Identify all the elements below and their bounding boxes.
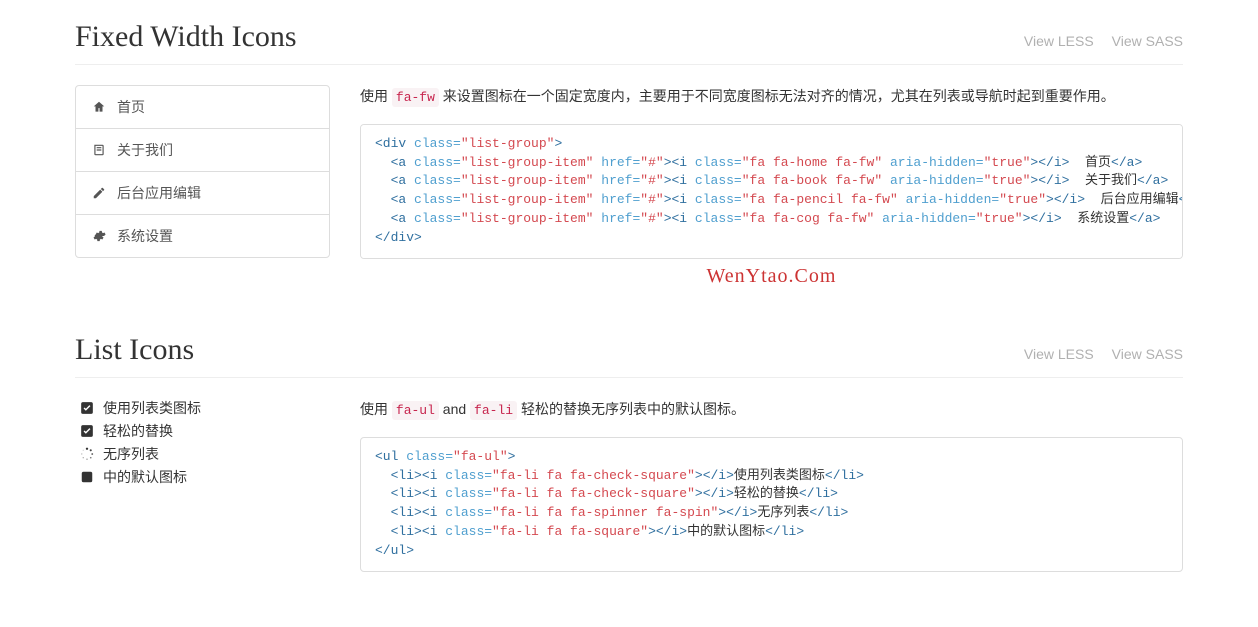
view-links: View LESS View SASS xyxy=(1024,33,1183,49)
section-list-icons: List Icons View LESS View SASS 使用列表类图标 xyxy=(75,333,1183,572)
watermark-text: WenYtao.Com xyxy=(360,265,1183,288)
fixed-width-demo-list: 首页 关于我们 后台应用编辑 xyxy=(75,85,330,258)
nav-item-home[interactable]: 首页 xyxy=(76,86,329,129)
view-less-link[interactable]: View LESS xyxy=(1024,33,1094,49)
fixed-width-code-sample: <div class="list-group"> <a class="list-… xyxy=(360,124,1183,259)
square-icon xyxy=(79,469,95,485)
view-sass-link[interactable]: View SASS xyxy=(1112,346,1183,362)
view-less-link[interactable]: View LESS xyxy=(1024,346,1094,362)
list-icons-description: 使用 fa-ul and fa-li 轻松的替换无序列表中的默认图标。 xyxy=(360,398,1183,422)
nav-item-label: 系统设置 xyxy=(117,226,173,246)
list-item: 无序列表 xyxy=(103,444,330,465)
nav-item-settings[interactable]: 系统设置 xyxy=(76,215,329,257)
nav-item-edit[interactable]: 后台应用编辑 xyxy=(76,172,329,215)
list-item: 中的默认图标 xyxy=(103,467,330,488)
nav-item-about[interactable]: 关于我们 xyxy=(76,129,329,172)
nav-item-label: 关于我们 xyxy=(117,140,173,160)
nav-item-label: 后台应用编辑 xyxy=(117,183,201,203)
pencil-icon xyxy=(91,185,107,201)
spinner-icon xyxy=(79,446,95,462)
section-title: List Icons xyxy=(75,333,194,367)
list-item-label: 使用列表类图标 xyxy=(103,400,201,416)
home-icon xyxy=(91,99,107,115)
list-icons-code-sample: <ul class="fa-ul"> <li><i class="fa-li f… xyxy=(360,437,1183,572)
view-links: View LESS View SASS xyxy=(1024,346,1183,362)
cog-icon xyxy=(91,228,107,244)
list-item: 轻松的替换 xyxy=(103,421,330,442)
list-icons-demo: 使用列表类图标 轻松的替换 无序列表 xyxy=(75,398,330,488)
view-sass-link[interactable]: View SASS xyxy=(1112,33,1183,49)
list-item-label: 中的默认图标 xyxy=(103,469,187,485)
list-item-label: 轻松的替换 xyxy=(103,423,173,439)
section-header: Fixed Width Icons View LESS View SASS xyxy=(75,20,1183,65)
book-icon xyxy=(91,142,107,158)
fixed-width-description: 使用 fa-fw 来设置图标在一个固定宽度内，主要用于不同宽度图标无法对齐的情况… xyxy=(360,85,1183,109)
check-square-icon xyxy=(79,400,95,416)
list-item: 使用列表类图标 xyxy=(103,398,330,419)
nav-item-label: 首页 xyxy=(117,97,145,117)
section-title: Fixed Width Icons xyxy=(75,20,297,54)
section-fixed-width-icons: Fixed Width Icons View LESS View SASS 首页 xyxy=(75,20,1183,288)
section-header: List Icons View LESS View SASS xyxy=(75,333,1183,378)
check-square-icon xyxy=(79,423,95,439)
list-item-label: 无序列表 xyxy=(103,446,159,462)
